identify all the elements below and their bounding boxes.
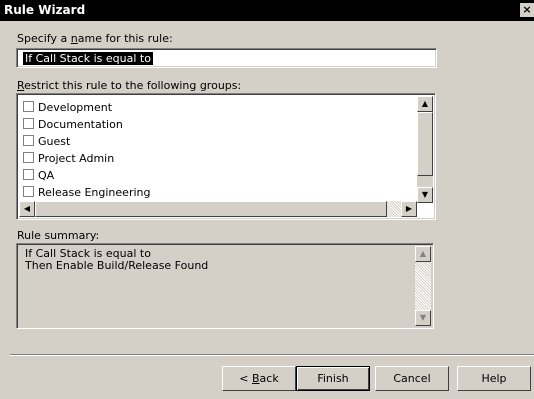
- groups-label-part: estrict this rule to the following group…: [24, 79, 242, 92]
- cancel-button[interactable]: Cancel: [375, 366, 449, 391]
- rule-name-input[interactable]: If Call Stack is equal to: [16, 48, 437, 68]
- group-item-project-admin[interactable]: Project Admin: [23, 151, 114, 167]
- finish-button[interactable]: Finish: [296, 366, 370, 391]
- rule-summary-text: If Call Stack is equal to Then Enable Bui…: [25, 248, 208, 272]
- group-item-label: Guest: [38, 135, 71, 148]
- checkbox[interactable]: [23, 101, 34, 112]
- groups-list[interactable]: Development Documentation Guest Project …: [16, 93, 436, 220]
- checkbox[interactable]: [23, 135, 34, 146]
- rule-name-label-mnemonic: n: [70, 32, 78, 45]
- rule-name-label-part: Specify a: [17, 32, 71, 45]
- back-button[interactable]: < Back: [222, 366, 296, 391]
- groups-horizontal-scrollbar[interactable]: ◀ ▶: [19, 201, 417, 217]
- group-item-documentation[interactable]: Documentation: [23, 117, 123, 133]
- rule-summary-label: Rule summary:: [17, 229, 100, 242]
- group-item-label: QA: [38, 169, 55, 182]
- scroll-down-icon[interactable]: ▼: [417, 187, 433, 203]
- checkbox[interactable]: [23, 169, 34, 180]
- summary-scroll-track[interactable]: [415, 262, 431, 310]
- scroll-right-icon[interactable]: ▶: [401, 201, 417, 217]
- checkbox[interactable]: [23, 118, 34, 129]
- vertical-scroll-thumb[interactable]: [417, 112, 433, 176]
- rule-wizard-dialog: Rule Wizard × Specify a name for this ru…: [0, 0, 534, 399]
- horizontal-scroll-thumb[interactable]: [35, 201, 387, 217]
- button-separator: [10, 354, 534, 356]
- summary-vertical-scrollbar[interactable]: ▲ ▼: [415, 246, 431, 326]
- scroll-down-icon[interactable]: ▼: [415, 310, 431, 326]
- dialog-title: Rule Wizard: [4, 3, 86, 17]
- group-item-development[interactable]: Development: [23, 100, 112, 116]
- rule-summary-box: If Call Stack is equal to Then Enable Bui…: [16, 243, 434, 329]
- help-button[interactable]: Help: [457, 366, 531, 391]
- scroll-left-icon[interactable]: ◀: [19, 201, 35, 217]
- rule-name-label-part: ame for this rule:: [77, 32, 173, 45]
- checkbox[interactable]: [23, 186, 34, 197]
- close-icon[interactable]: ×: [520, 3, 534, 17]
- groups-label: Restrict this rule to the following grou…: [17, 79, 241, 92]
- group-item-label: Release Engineering: [38, 186, 151, 199]
- group-item-label: Development: [38, 101, 113, 114]
- title-bar: Rule Wizard ×: [0, 0, 534, 21]
- group-item-guest[interactable]: Guest: [23, 134, 70, 150]
- back-button-mnemonic: B: [252, 371, 260, 385]
- rule-name-value: If Call Stack is equal to: [23, 52, 153, 65]
- group-item-label: Documentation: [38, 118, 123, 131]
- rule-name-label: Specify a name for this rule:: [17, 32, 173, 45]
- scroll-up-icon[interactable]: ▲: [417, 96, 433, 112]
- back-button-part: <: [239, 371, 252, 385]
- group-item-release-engineering[interactable]: Release Engineering: [23, 185, 150, 201]
- summary-line: Then Enable Build/Release Found: [25, 259, 209, 272]
- back-button-part: ack: [259, 371, 279, 385]
- group-item-label: Project Admin: [38, 152, 115, 165]
- group-item-qa[interactable]: QA: [23, 168, 54, 184]
- scroll-up-icon[interactable]: ▲: [415, 246, 431, 262]
- groups-vertical-scrollbar[interactable]: ▲ ▼: [417, 96, 433, 203]
- checkbox[interactable]: [23, 152, 34, 163]
